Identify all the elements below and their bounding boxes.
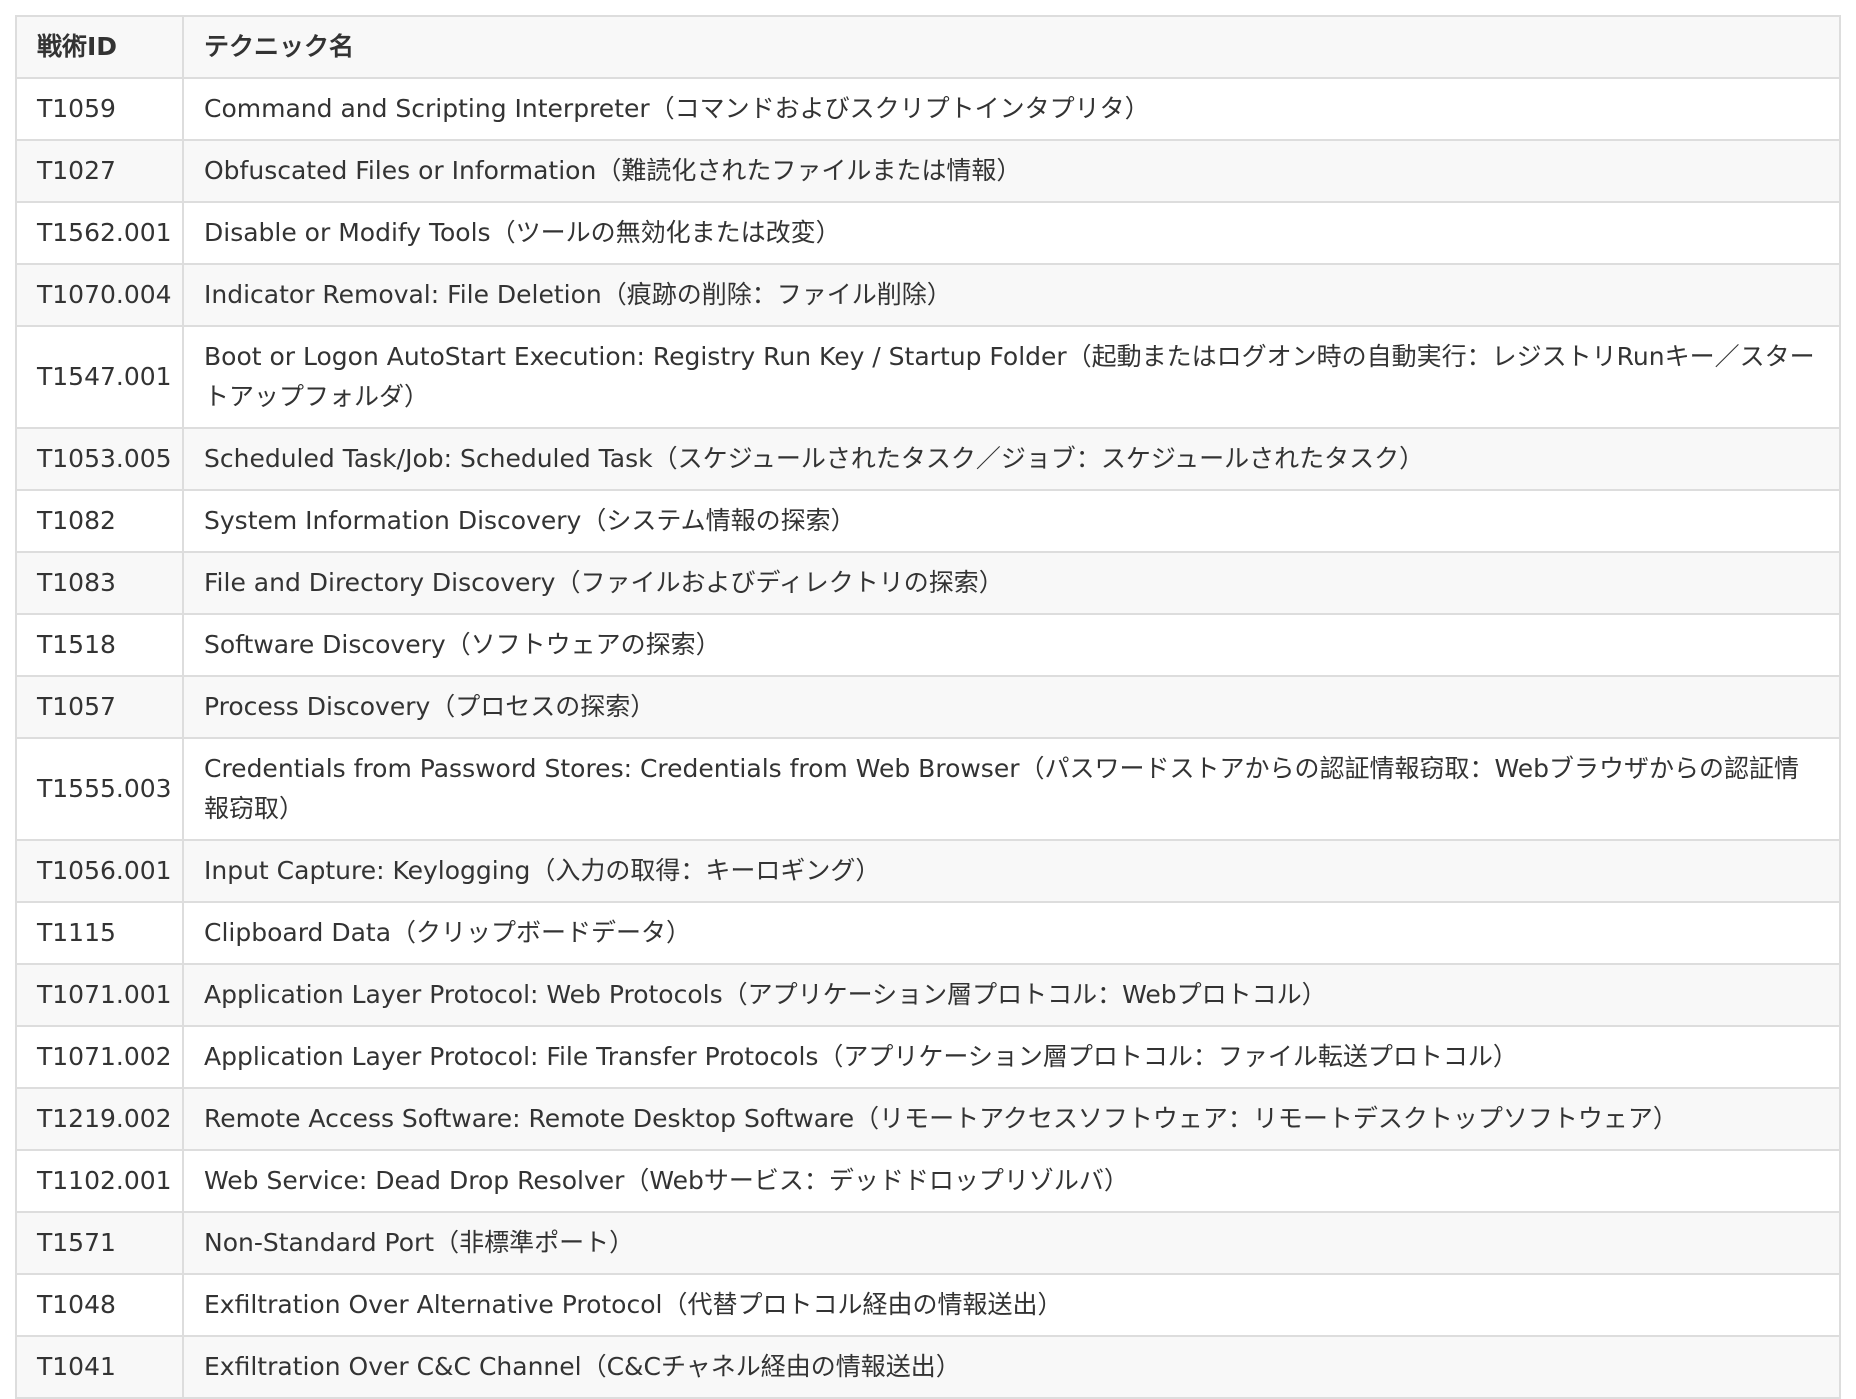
table-row: T1048 Exfiltration Over Alternative Prot… — [15, 1273, 1841, 1337]
header-row: 戦術ID テクニック名 — [15, 15, 1841, 79]
table-row: T1547.001 Boot or Logon AutoStart Execut… — [15, 325, 1841, 429]
table-row: T1083 File and Directory Discovery（ファイルお… — [15, 551, 1841, 615]
table-row: T1056.001 Input Capture: Keylogging（入力の取… — [15, 839, 1841, 903]
technique-name-cell: Software Discovery（ソフトウェアの探索） — [182, 613, 1841, 677]
technique-name-cell: Indicator Removal: File Deletion（痕跡の削除：フ… — [182, 263, 1841, 327]
tactic-id-cell: T1053.005 — [15, 427, 184, 491]
tactic-id-cell: T1027 — [15, 139, 184, 203]
technique-name-cell: Input Capture: Keylogging（入力の取得：キーロギング） — [182, 839, 1841, 903]
tactic-id-cell: T1057 — [15, 675, 184, 739]
table-row: T1562.001 Disable or Modify Tools（ツールの無効… — [15, 201, 1841, 265]
technique-name-cell: Exfiltration Over Alternative Protocol（代… — [182, 1273, 1841, 1337]
table-row: T1070.004 Indicator Removal: File Deleti… — [15, 263, 1841, 327]
table-row: T1027 Obfuscated Files or Information（難読… — [15, 139, 1841, 203]
tactic-id-cell: T1219.002 — [15, 1087, 184, 1151]
table-header: 戦術ID テクニック名 — [15, 15, 1841, 79]
tactic-id-cell: T1115 — [15, 901, 184, 965]
table-row: T1571 Non-Standard Port（非標準ポート） — [15, 1211, 1841, 1275]
tactic-id-cell: T1056.001 — [15, 839, 184, 903]
tactic-id-cell: T1071.001 — [15, 963, 184, 1027]
technique-name-cell: Disable or Modify Tools（ツールの無効化または改変） — [182, 201, 1841, 265]
technique-name-cell: Exfiltration Over C&C Channel（C&Cチャネル経由の… — [182, 1335, 1841, 1399]
technique-name-cell: Command and Scripting Interpreter（コマンドおよ… — [182, 77, 1841, 141]
technique-name-cell: Web Service: Dead Drop Resolver（Webサービス：… — [182, 1149, 1841, 1213]
technique-name-cell: Scheduled Task/Job: Scheduled Task（スケジュー… — [182, 427, 1841, 491]
tactic-id-cell: T1562.001 — [15, 201, 184, 265]
table-row: T1115 Clipboard Data（クリップボードデータ） — [15, 901, 1841, 965]
tactic-id-cell: T1082 — [15, 489, 184, 553]
header-technique-name: テクニック名 — [182, 15, 1841, 79]
header-tactic-id: 戦術ID — [15, 15, 184, 79]
tactic-id-cell: T1041 — [15, 1335, 184, 1399]
table-row: T1053.005 Scheduled Task/Job: Scheduled … — [15, 427, 1841, 491]
tactic-id-cell: T1048 — [15, 1273, 184, 1337]
technique-table: 戦術ID テクニック名 T1059 Command and Scripting … — [15, 15, 1841, 1399]
technique-name-cell: Clipboard Data（クリップボードデータ） — [182, 901, 1841, 965]
table-row: T1057 Process Discovery（プロセスの探索） — [15, 675, 1841, 739]
table-row: T1059 Command and Scripting Interpreter（… — [15, 77, 1841, 141]
technique-name-cell: Process Discovery（プロセスの探索） — [182, 675, 1841, 739]
tactic-id-cell: T1071.002 — [15, 1025, 184, 1089]
technique-name-cell: File and Directory Discovery（ファイルおよびディレク… — [182, 551, 1841, 615]
technique-name-cell: Application Layer Protocol: Web Protocol… — [182, 963, 1841, 1027]
technique-table-container: 戦術ID テクニック名 T1059 Command and Scripting … — [15, 15, 1841, 1399]
technique-name-cell: Application Layer Protocol: File Transfe… — [182, 1025, 1841, 1089]
tactic-id-cell: T1059 — [15, 77, 184, 141]
table-row: T1102.001 Web Service: Dead Drop Resolve… — [15, 1149, 1841, 1213]
tactic-id-cell: T1555.003 — [15, 737, 184, 841]
table-row: T1518 Software Discovery（ソフトウェアの探索） — [15, 613, 1841, 677]
table-row: T1071.001 Application Layer Protocol: We… — [15, 963, 1841, 1027]
technique-name-cell: System Information Discovery（システム情報の探索） — [182, 489, 1841, 553]
tactic-id-cell: T1070.004 — [15, 263, 184, 327]
technique-name-cell: Remote Access Software: Remote Desktop S… — [182, 1087, 1841, 1151]
table-row: T1041 Exfiltration Over C&C Channel（C&Cチ… — [15, 1335, 1841, 1399]
tactic-id-cell: T1571 — [15, 1211, 184, 1275]
table-row: T1071.002 Application Layer Protocol: Fi… — [15, 1025, 1841, 1089]
technique-name-cell: Non-Standard Port（非標準ポート） — [182, 1211, 1841, 1275]
table-row: T1219.002 Remote Access Software: Remote… — [15, 1087, 1841, 1151]
technique-name-cell: Obfuscated Files or Information（難読化されたファ… — [182, 139, 1841, 203]
tactic-id-cell: T1102.001 — [15, 1149, 184, 1213]
tactic-id-cell: T1083 — [15, 551, 184, 615]
tactic-id-cell: T1547.001 — [15, 325, 184, 429]
table-row: T1555.003 Credentials from Password Stor… — [15, 737, 1841, 841]
tactic-id-cell: T1518 — [15, 613, 184, 677]
technique-name-cell: Boot or Logon AutoStart Execution: Regis… — [182, 325, 1841, 429]
technique-name-cell: Credentials from Password Stores: Creden… — [182, 737, 1841, 841]
table-body: T1059 Command and Scripting Interpreter（… — [15, 77, 1841, 1399]
table-row: T1082 System Information Discovery（システム情… — [15, 489, 1841, 553]
